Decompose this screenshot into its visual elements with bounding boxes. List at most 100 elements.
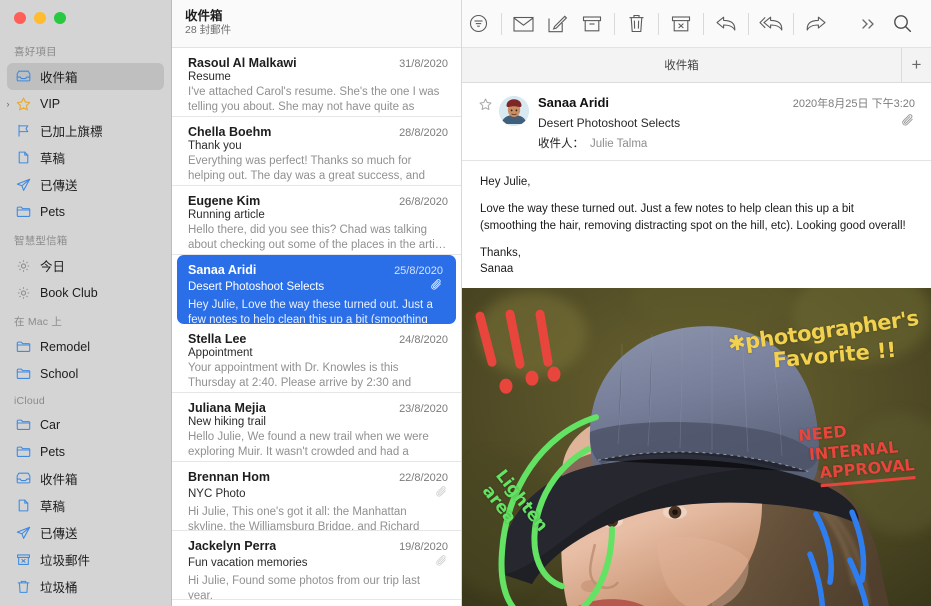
sidebar-item-label: Pets — [40, 204, 66, 219]
toolbar-divider — [747, 12, 749, 35]
sidebar-item--[interactable]: 草稿 — [7, 492, 164, 519]
search-icon[interactable] — [885, 9, 919, 39]
mail-paragraph: Love the way these turned out. Just a fe… — [480, 203, 906, 232]
close-button[interactable] — [14, 12, 26, 24]
mark-unread-icon[interactable] — [507, 9, 541, 39]
message-sender: Juliana Mejia — [188, 401, 266, 415]
message-date: 23/8/2020 — [399, 403, 448, 415]
sidebar-item-remodel[interactable]: Remodel — [7, 333, 164, 360]
message-subject: Resume — [188, 71, 231, 83]
sidebar-item-label: 草稿 — [40, 500, 66, 514]
compose-icon[interactable] — [541, 9, 575, 39]
message-subject: Running article — [188, 209, 265, 221]
toolbar-divider — [792, 12, 794, 35]
sidebar-item--[interactable]: 垃圾桶 — [7, 573, 164, 600]
sidebar-item--[interactable]: 已加上旗標 — [7, 117, 164, 144]
inbox-icon — [14, 471, 33, 487]
toolbar-divider — [703, 12, 704, 35]
message-subject: Desert Photoshoot Selects — [538, 115, 681, 130]
message-attachment-photo[interactable]: *photographer's Favorite !! ✱photographe… — [462, 287, 931, 606]
sidebar-item--[interactable]: 草稿 — [7, 144, 164, 171]
message-date: 22/8/2020 — [399, 472, 448, 484]
reply-icon[interactable] — [709, 9, 743, 39]
folder-icon — [14, 366, 33, 382]
attachment-icon[interactable] — [902, 113, 915, 132]
mailbox-count: 28 封郵件 — [185, 24, 232, 37]
add-tab-button[interactable]: + — [901, 48, 931, 82]
sidebar-item-label: 收件箱 — [40, 473, 78, 487]
reply-all-icon[interactable] — [754, 9, 788, 39]
delete-icon[interactable] — [619, 9, 653, 39]
message-list-header: 收件箱 28 封郵件 — [172, 0, 461, 48]
message-date: 25/8/2020 — [394, 265, 443, 277]
chevron-right-icon[interactable]: › — [2, 99, 14, 109]
message-sender: Brennan Hom — [188, 470, 270, 484]
message-list-item[interactable]: Brennan Hom 22/8/2020 NYC Photo Hi Julie… — [172, 462, 461, 531]
gear-icon — [14, 285, 33, 301]
more-icon[interactable] — [851, 9, 885, 39]
sidebar-item-book-club[interactable]: Book Club — [7, 279, 164, 306]
message-list-item[interactable]: Eugene Kim 26/8/2020 Running article Hel… — [172, 186, 461, 255]
message-preview: Hey Julie, Love the way these turned out… — [188, 299, 433, 324]
sidebar-section-title: iCloud — [14, 395, 45, 407]
archive-icon[interactable] — [575, 9, 609, 39]
message-sender: Stella Lee — [188, 332, 247, 346]
sidebar-item--[interactable]: 封存 — [7, 600, 164, 606]
tab-inbox[interactable]: 收件箱 — [462, 48, 901, 82]
forward-icon[interactable] — [799, 9, 833, 39]
window-traffic-lights — [14, 12, 66, 24]
toolbar-divider — [658, 12, 660, 35]
sidebar-item--[interactable]: 已傳送 — [7, 519, 164, 546]
mail-paragraph: Hey Julie, — [480, 176, 531, 188]
recipient-label: 收件人： — [538, 138, 584, 150]
junk-icon[interactable] — [664, 9, 698, 39]
vip-star-icon[interactable] — [479, 98, 493, 116]
gear-icon — [14, 258, 33, 274]
message-recipient-row: 收件人： Julie Talma — [538, 135, 915, 151]
message-preview: Hi Julie, This one's got it all: the Man… — [188, 506, 420, 531]
message-list-item[interactable]: Sanaa Aridi 25/8/2020 Desert Photoshoot … — [177, 255, 456, 324]
minimize-button[interactable] — [34, 12, 46, 24]
sidebar-item-label: 今日 — [40, 260, 66, 274]
message-list-item[interactable]: Juliana Mejia 23/8/2020 New hiking trail… — [172, 393, 461, 462]
sidebar-item-label: Book Club — [40, 285, 98, 300]
message-sender: Jackelyn Perra — [188, 539, 277, 553]
sidebar-item-label: Car — [40, 417, 61, 432]
annotated-photo — [462, 287, 931, 606]
message-list-item[interactable]: Stella Lee 24/8/2020 Appointment Your ap… — [172, 324, 461, 393]
sidebar-item-label: 垃圾郵件 — [40, 554, 91, 568]
sidebar-item-label: VIP — [40, 96, 61, 111]
message-date: 19/8/2020 — [399, 541, 448, 553]
message-list-item[interactable]: Rasoul Al Malkawi 31/8/2020 Resume I've … — [172, 48, 461, 117]
message-preview: Hi Julie, Found some photos from our tri… — [188, 575, 421, 600]
sidebar-item--[interactable]: 今日 — [7, 252, 164, 279]
zoom-button[interactable] — [54, 12, 66, 24]
draft-icon — [14, 150, 33, 166]
filter-icon[interactable] — [462, 9, 496, 39]
sidebar-item-pets[interactable]: Pets — [7, 438, 164, 465]
message-list-item[interactable]: Chella Boehm 28/8/2020 Thank you Everyth… — [172, 117, 461, 186]
message-subject: Desert Photoshoot Selects — [188, 281, 325, 293]
folder-icon — [14, 417, 33, 433]
sidebar-item-car[interactable]: Car — [7, 411, 164, 438]
message-preview: Everything was perfect! Thanks so much f… — [188, 155, 425, 183]
message-list[interactable]: Rasoul Al Malkawi 31/8/2020 Resume I've … — [172, 48, 461, 606]
sidebar-item--[interactable]: 收件箱 — [7, 63, 164, 90]
sent-icon — [14, 177, 33, 193]
message-date: 28/8/2020 — [399, 127, 448, 139]
sidebar-item--[interactable]: 收件箱 — [7, 465, 164, 492]
sidebar-item-pets[interactable]: Pets — [7, 198, 164, 225]
sidebar-item--[interactable]: 已傳送 — [7, 171, 164, 198]
sidebar-item-label: Pets — [40, 444, 66, 459]
sidebar-item-label: School — [40, 366, 79, 381]
toolbar — [462, 0, 931, 48]
message-body: Hey Julie, Love the way these turned out… — [462, 161, 931, 288]
sidebar-item-vip[interactable]: › VIP — [7, 90, 164, 117]
sidebar-item--[interactable]: 垃圾郵件 — [7, 546, 164, 573]
attachment-icon — [431, 278, 443, 296]
sidebar: 喜好項目 收件箱 › VIP 已加上旗標 草稿 已傳送 Pets 智慧型信箱 今… — [0, 0, 172, 606]
sidebar-item-school[interactable]: School — [7, 360, 164, 387]
toolbar-divider — [500, 12, 502, 35]
sidebar-item-label: 收件箱 — [40, 71, 78, 85]
message-list-item[interactable]: Jackelyn Perra 19/8/2020 Fun vacation me… — [172, 531, 461, 600]
